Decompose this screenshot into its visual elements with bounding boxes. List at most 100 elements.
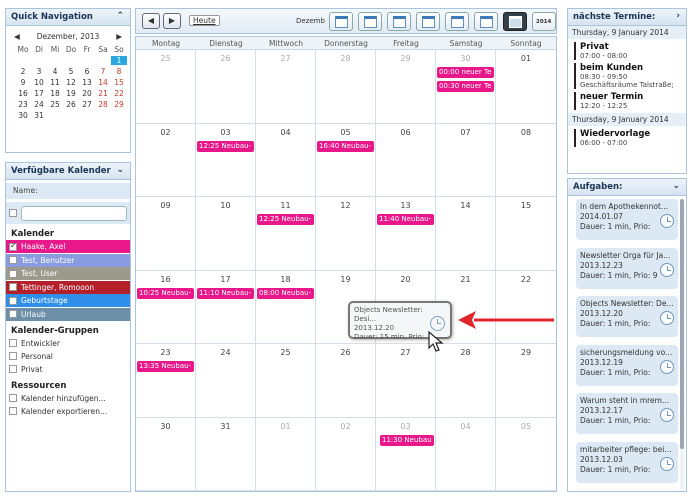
mini-day[interactable]: 6: [79, 67, 95, 76]
calendar-checkbox[interactable]: [9, 296, 17, 305]
upcoming-appointments-header[interactable]: nächste Termine: ›: [568, 9, 686, 26]
prev-period-button[interactable]: ◀: [142, 13, 160, 29]
day-cell[interactable]: 25: [256, 344, 316, 418]
calendar-action-item[interactable]: Kalender hinzufügen...: [6, 392, 130, 405]
day-cell[interactable]: 04: [436, 417, 496, 491]
day-cell[interactable]: 07: [436, 123, 496, 197]
mini-day[interactable]: 7: [95, 67, 111, 76]
collapse-icon[interactable]: ⌃: [116, 11, 124, 21]
view-month-button[interactable]: [503, 12, 527, 31]
mini-day[interactable]: 30: [15, 111, 31, 120]
mini-day[interactable]: 21: [95, 89, 111, 98]
mini-day[interactable]: 23: [15, 100, 31, 109]
mini-day[interactable]: 17: [31, 89, 47, 98]
today-button[interactable]: Heute: [189, 15, 220, 26]
day-cell[interactable]: 22: [496, 271, 556, 344]
mini-day[interactable]: 13: [79, 78, 95, 87]
mini-day[interactable]: 20: [79, 89, 95, 98]
calendar-action-checkbox[interactable]: [9, 394, 17, 402]
calendar-event[interactable]: 13:35 Neubau-: [137, 361, 194, 372]
day-cell[interactable]: 31: [196, 417, 256, 491]
calendar-event[interactable]: 12:25 Neubau-: [257, 214, 314, 225]
calendar-item[interactable]: Geburtstage: [6, 294, 130, 307]
calendar-event[interactable]: 00:30 neuer Te: [437, 81, 494, 92]
task-item[interactable]: Objects Newsletter: De... 2013.12.20 Dauer…: [576, 296, 678, 337]
day-cell[interactable]: 01: [496, 50, 556, 124]
calendar-group-checkbox[interactable]: [9, 352, 17, 360]
day-cell[interactable]: 27: [376, 344, 436, 418]
upcoming-appointment[interactable]: Privat 07:00 - 08:00: [574, 42, 682, 60]
calendar-group-checkbox[interactable]: [9, 365, 17, 373]
calendar-event[interactable]: 11:40 Neubau-: [377, 214, 434, 225]
view-workweek-button[interactable]: [329, 12, 353, 31]
calendar-event[interactable]: 11:10 Neubau-: [197, 287, 254, 299]
view-list-button[interactable]: [387, 12, 411, 31]
calendar-event[interactable]: 16:40 Neubau-: [317, 140, 374, 152]
mini-prev-month-button[interactable]: ◀: [14, 32, 20, 41]
calendar-event[interactable]: 08:00 Neubau-: [257, 287, 314, 299]
view-multiweek-button[interactable]: [445, 12, 469, 31]
upcoming-appointment[interactable]: Wiedervorlage 06:00 - 07:00: [574, 129, 682, 147]
mini-day[interactable]: 14: [95, 78, 111, 87]
calendar-item[interactable]: Haake, Axel: [6, 240, 130, 253]
chevron-down-icon[interactable]: ⌄: [116, 165, 124, 175]
day-cell[interactable]: 12: [316, 197, 376, 271]
day-cell[interactable]: 05 16:40 Neubau-: [316, 123, 376, 197]
chevron-down-icon[interactable]: ⌄: [672, 181, 680, 191]
mini-day[interactable]: 11: [47, 78, 63, 87]
day-cell[interactable]: 28: [316, 50, 376, 124]
task-item[interactable]: In dem Apothekennot... 2014.01.07 Dauer: 1…: [576, 199, 678, 240]
day-cell[interactable]: 30: [136, 417, 196, 491]
mini-day[interactable]: 27: [79, 100, 95, 109]
calendar-item[interactable]: Test, User: [6, 267, 130, 280]
day-cell[interactable]: 27: [256, 50, 316, 124]
day-cell[interactable]: 08: [496, 124, 556, 197]
task-item[interactable]: mitarbeiter pflege: bei... 2013.12.03 Daue…: [576, 441, 678, 483]
select-all-checkbox[interactable]: [9, 209, 17, 217]
tasks-scrollbar-thumb[interactable]: [680, 199, 684, 449]
day-cell[interactable]: 03 11:30 Neubau: [376, 417, 436, 491]
mini-next-month-button[interactable]: ▶: [116, 32, 122, 41]
calendar-group-item[interactable]: Entwickler: [6, 337, 130, 350]
tasks-header[interactable]: Aufgaben: ⌄: [568, 179, 686, 196]
calendar-checkbox[interactable]: [9, 310, 17, 318]
day-cell[interactable]: 04: [256, 123, 316, 197]
day-cell[interactable]: 28: [436, 344, 496, 418]
mini-day[interactable]: 26: [63, 100, 79, 109]
view-workweek-alt-button[interactable]: [474, 12, 498, 31]
day-cell[interactable]: 05: [496, 418, 556, 491]
view-week-button[interactable]: [416, 12, 440, 31]
mini-day[interactable]: 5: [63, 67, 79, 76]
day-cell[interactable]: 24: [196, 344, 256, 418]
mini-day[interactable]: 24: [31, 100, 47, 109]
day-cell[interactable]: 17 11:10 Neubau-: [196, 270, 256, 344]
mini-day[interactable]: 8: [111, 67, 127, 76]
day-cell[interactable]: 09: [136, 197, 196, 271]
day-cell[interactable]: 29: [496, 344, 556, 418]
calendar-group-item[interactable]: Personal: [6, 350, 130, 363]
mini-day[interactable]: 18: [47, 89, 63, 98]
mini-day[interactable]: 25: [47, 100, 63, 109]
day-cell[interactable]: 02: [316, 417, 376, 491]
mini-day[interactable]: 1: [111, 56, 127, 65]
upcoming-appointment[interactable]: neuer Termin 12:20 - 12:25: [574, 92, 682, 110]
mini-day[interactable]: 22: [111, 89, 127, 98]
day-cell[interactable]: 16 10:25 Neubau-: [136, 270, 196, 344]
day-cell[interactable]: 14: [436, 197, 496, 271]
mini-day[interactable]: 2: [15, 67, 31, 76]
calendar-checkbox[interactable]: [9, 269, 17, 278]
task-item[interactable]: sicherungsmeldung vo... 2013.12.19 Dauer: …: [576, 344, 678, 386]
quick-navigation-header[interactable]: Quick Navigation ⌃: [6, 9, 130, 26]
day-cell[interactable]: 30 00:00 neuer Te 00:30 neuer Te: [436, 50, 496, 124]
day-cell[interactable]: 25: [136, 50, 196, 124]
next-period-button[interactable]: ▶: [163, 13, 181, 29]
day-cell[interactable]: 06: [376, 123, 436, 197]
mini-day[interactable]: 12: [63, 78, 79, 87]
calendar-item[interactable]: Test, Benutzer: [6, 253, 130, 267]
mini-day[interactable]: 9: [15, 78, 31, 87]
day-cell[interactable]: 23 13:35 Neubau-: [136, 344, 196, 418]
day-cell[interactable]: 10: [196, 197, 256, 271]
calendar-event[interactable]: 10:25 Neubau-: [137, 287, 194, 299]
day-cell[interactable]: 26: [316, 344, 376, 418]
name-filter-input[interactable]: [21, 205, 127, 221]
